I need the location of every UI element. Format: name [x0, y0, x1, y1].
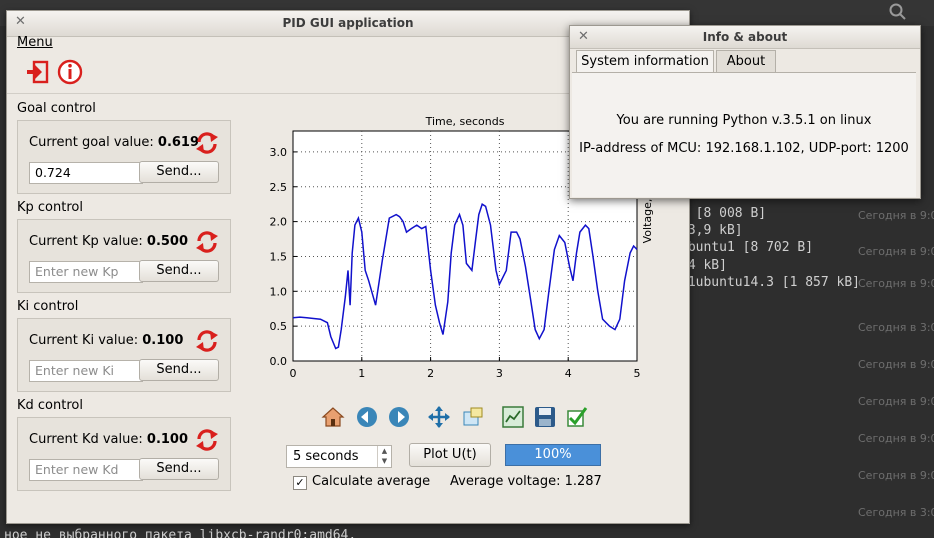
- goal-label-text: Current goal value:: [29, 135, 154, 150]
- search-icon[interactable]: [888, 2, 908, 22]
- back-arrow-icon[interactable]: [355, 405, 379, 429]
- terminal-date: Сегодня в 9:0: [858, 358, 934, 371]
- terminal-date: Сегодня в 9:0: [858, 277, 934, 290]
- refresh-icon[interactable]: [194, 428, 220, 452]
- kd-control-box: Current Kd value: 0.100 Enter new Kd Send.…: [17, 417, 231, 491]
- kd-current-label: Current Kd value: 0.100: [29, 432, 188, 447]
- pan-icon[interactable]: [427, 405, 451, 429]
- y-tick-label: 2.5: [270, 181, 288, 194]
- python-version-text: You are running Python v.3.5.1 on linux: [616, 113, 872, 128]
- terminal-date: Сегодня в 9:0: [858, 245, 934, 258]
- system-info-pane: You are running Python v.3.5.1 on linux …: [572, 72, 916, 197]
- kp-label-text: Current Kp value:: [29, 234, 143, 249]
- ki-group-title: Ki control: [17, 299, 79, 314]
- x-tick-label: 1: [358, 367, 365, 380]
- terminal-line: ubuntu1 [8 702 B]: [680, 240, 814, 255]
- ki-current-value: 0.100: [142, 333, 184, 348]
- goal-current-value: 0.619: [157, 135, 200, 150]
- kd-entry[interactable]: Enter new Kd: [29, 459, 143, 481]
- info-icon[interactable]: [57, 59, 83, 85]
- terminal-date: Сегодня в 9:0: [858, 469, 934, 482]
- duration-spinbox[interactable]: 5 seconds ▲ ▼: [286, 445, 392, 468]
- customize-check-icon[interactable]: [565, 405, 589, 429]
- goal-current-label: Current goal value: 0.619: [29, 135, 199, 150]
- y-tick-label: 0.5: [270, 320, 288, 333]
- kp-current-label: Current Kp value: 0.500: [29, 234, 188, 249]
- kd-group-title: Kd control: [17, 398, 83, 413]
- x-tick-label: 4: [565, 367, 572, 380]
- zoom-icon[interactable]: [461, 405, 485, 429]
- goal-control-box: Current goal value: 0.619 0.724 Send...: [17, 120, 231, 194]
- kp-current-value: 0.500: [146, 234, 189, 249]
- kp-send-button[interactable]: Send...: [139, 260, 219, 282]
- terminal-date: Сегодня в 9:0: [858, 209, 934, 222]
- calculate-average-checkbox[interactable]: ✓: [293, 476, 307, 490]
- y-tick-label: 1.5: [270, 250, 288, 263]
- goal-group-title: Goal control: [17, 101, 96, 116]
- terminal-date: Сегодня в 3:0: [858, 321, 934, 334]
- kp-group-title: Kp control: [17, 200, 83, 215]
- exit-icon[interactable]: [25, 59, 51, 85]
- y-tick-label: 0.0: [270, 355, 288, 368]
- x-tick-label: 3: [496, 367, 503, 380]
- ki-entry[interactable]: Enter new Ki: [29, 360, 143, 382]
- terminal-date: Сегодня в 9:0: [858, 395, 934, 408]
- dialog-title: Info & about: [702, 30, 788, 44]
- kp-control-box: Current Kp value: 0.500 Enter new Kp Send.…: [17, 219, 231, 293]
- menu-menu[interactable]: Menu: [17, 35, 53, 50]
- kd-label-text: Current Kd value:: [29, 432, 143, 447]
- goal-entry[interactable]: 0.724: [29, 162, 143, 184]
- menu-label: Menu: [17, 35, 53, 50]
- calculate-average-label[interactable]: Calculate average: [312, 474, 430, 489]
- refresh-icon[interactable]: [194, 131, 220, 155]
- subplots-config-icon[interactable]: [501, 405, 525, 429]
- terminal-line: -1ubuntu14.3 [1 857 kB]: [680, 275, 861, 290]
- terminal-date: Сегодня в 9:0: [858, 432, 934, 445]
- y-tick-label: 2.0: [270, 216, 288, 229]
- progress-bar: 100%: [505, 444, 601, 466]
- spin-arrows[interactable]: ▲ ▼: [377, 446, 391, 467]
- terminal-line: ное не выбранного пакета libxcb-randr0:a…: [4, 528, 357, 538]
- x-tick-label: 0: [290, 367, 297, 380]
- refresh-icon[interactable]: [194, 329, 220, 353]
- goal-send-button[interactable]: Send...: [139, 161, 219, 183]
- x-tick-label: 2: [427, 367, 434, 380]
- refresh-icon[interactable]: [194, 230, 220, 254]
- terminal-line: 1 [8 008 B]: [680, 206, 767, 221]
- tab-about[interactable]: About: [716, 50, 776, 73]
- kd-send-button[interactable]: Send...: [139, 458, 219, 480]
- tab-system-information[interactable]: System information: [576, 50, 714, 73]
- kd-current-value: 0.100: [146, 432, 189, 447]
- ki-label-text: Current Ki value:: [29, 333, 139, 348]
- y-tick-label: 3.0: [270, 146, 288, 159]
- x-tick-label: 5: [634, 367, 641, 380]
- terminal-date: Сегодня в 3:0: [858, 506, 934, 519]
- ki-send-button[interactable]: Send...: [139, 359, 219, 381]
- ki-control-box: Current Ki value: 0.100 Enter new Ki Send.…: [17, 318, 231, 392]
- y-tick-label: 1.0: [270, 285, 288, 298]
- mcu-address-text: IP-address of MCU: 192.168.1.102, UDP-po…: [579, 141, 909, 156]
- dialog-title-bar: ✕ Info & about: [570, 26, 920, 49]
- chart-title: Time, seconds: [425, 115, 505, 128]
- home-icon[interactable]: [321, 405, 345, 429]
- info-dialog: ✕ Info & about System information About …: [569, 25, 921, 199]
- duration-value: 5 seconds: [293, 449, 359, 464]
- save-icon[interactable]: [533, 405, 557, 429]
- forward-arrow-icon[interactable]: [387, 405, 411, 429]
- kp-entry[interactable]: Enter new Kp: [29, 261, 143, 283]
- plot-button[interactable]: Plot U(t): [409, 443, 491, 467]
- average-voltage-label: Average voltage: 1.287: [450, 474, 602, 489]
- ki-current-label: Current Ki value: 0.100: [29, 333, 183, 348]
